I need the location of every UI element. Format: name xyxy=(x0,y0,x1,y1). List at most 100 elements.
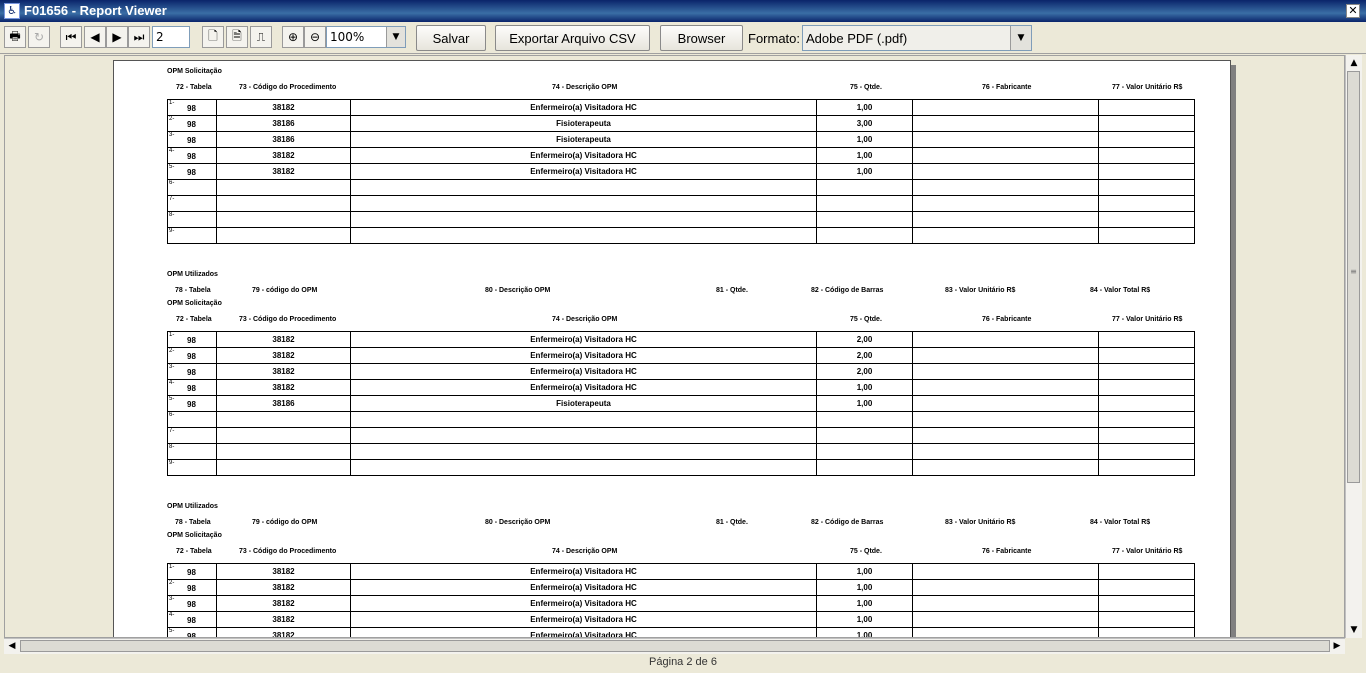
cell-tabela: 9- xyxy=(167,459,217,476)
browser-button[interactable]: Browser xyxy=(660,25,743,51)
column-header: 74 - Descrição OPM xyxy=(552,316,618,323)
column-header: 72 - Tabela xyxy=(176,548,212,555)
cell-valor-unitario xyxy=(1098,163,1195,180)
cell-fabricante xyxy=(912,99,1099,116)
table-row: 6- xyxy=(167,179,1195,196)
column-header: 74 - Descrição OPM xyxy=(552,84,618,91)
chevron-down-icon[interactable]: ▼ xyxy=(386,27,405,47)
cell-fabricante xyxy=(912,395,1099,412)
table-row: 7- xyxy=(167,195,1195,212)
cell-qtde xyxy=(816,227,913,244)
table-row: 3- 98 38182 Enfermeiro(a) Visitadora HC 1,00 xyxy=(167,595,1195,612)
cell-descricao xyxy=(350,195,817,212)
chevron-down-icon[interactable]: ▼ xyxy=(1010,26,1031,50)
print-icon[interactable]: 🖶 xyxy=(4,26,26,48)
last-page-icon[interactable]: ⏭ xyxy=(128,26,150,48)
cell-descricao xyxy=(350,211,817,228)
zoom-select[interactable]: 100% ▼ xyxy=(326,26,406,48)
cell-qtde: 2,00 xyxy=(816,331,913,348)
scroll-right-icon[interactable]: ▶ xyxy=(1329,639,1345,654)
export-csv-button[interactable]: Exportar Arquivo CSV xyxy=(495,25,650,51)
cell-valor-unitario xyxy=(1098,131,1195,148)
fit-page-icon[interactable]: 🗎 xyxy=(226,26,248,48)
cell-codigo: 38182 xyxy=(216,595,351,612)
section-title-solicitacao: OPM Solicitação xyxy=(167,532,222,539)
zoom-out-icon[interactable]: ⊖ xyxy=(304,26,326,48)
cell-tabela: 7- xyxy=(167,427,217,444)
column-header: 81 - Qtde. xyxy=(716,287,748,294)
cell-fabricante xyxy=(912,411,1099,428)
opm-table: 1- 98 38182 Enfermeiro(a) Visitadora HC 1,00… xyxy=(167,99,1195,244)
cell-qtde xyxy=(816,411,913,428)
scroll-up-icon[interactable]: ▲ xyxy=(1346,55,1362,71)
cell-tabela: 4- 98 xyxy=(167,147,217,164)
next-page-icon[interactable]: ▶ xyxy=(106,26,128,48)
vertical-scrollbar[interactable]: ▲ ≡ ▼ xyxy=(1345,55,1362,638)
column-header: 76 - Fabricante xyxy=(982,84,1032,91)
cell-tabela: 5- 98 xyxy=(167,163,217,180)
refresh-icon[interactable]: ↻ xyxy=(28,26,50,48)
cell-codigo xyxy=(216,211,351,228)
vertical-scroll-thumb[interactable]: ≡ xyxy=(1347,71,1360,483)
cell-tabela: 7- xyxy=(167,195,217,212)
column-header: 77 - Valor Unitário R$ xyxy=(1112,316,1183,323)
fit-width-icon[interactable]: ⎍ xyxy=(250,26,272,48)
column-header: 79 - código do OPM xyxy=(252,287,318,294)
cell-codigo xyxy=(216,427,351,444)
tabela-value: 98 xyxy=(187,400,196,409)
cell-valor-unitario xyxy=(1098,611,1195,628)
row-number: 2- xyxy=(169,348,175,354)
table-row: 9- xyxy=(167,227,1195,244)
cell-tabela: 4- 98 xyxy=(167,611,217,628)
cell-tabela: 2- 98 xyxy=(167,579,217,596)
column-header: 84 - Valor Total R$ xyxy=(1090,519,1151,526)
first-page-icon[interactable]: ⏮ xyxy=(60,26,82,48)
scroll-left-icon[interactable]: ◀ xyxy=(4,639,20,654)
cell-valor-unitario xyxy=(1098,179,1195,196)
cell-tabela: 2- 98 xyxy=(167,347,217,364)
cell-qtde: 2,00 xyxy=(816,363,913,380)
cell-descricao: Fisioterapeuta xyxy=(350,131,817,148)
prev-page-icon[interactable]: ◀ xyxy=(84,26,106,48)
horizontal-scrollbar[interactable]: ◀ ▶ xyxy=(4,638,1345,654)
cell-descricao: Enfermeiro(a) Visitadora HC xyxy=(350,347,817,364)
column-header: 74 - Descrição OPM xyxy=(552,548,618,555)
report-viewport[interactable]: OPM Solicitação 72 - Tabela 73 - Código do… xyxy=(4,55,1345,638)
cell-fabricante xyxy=(912,227,1099,244)
cell-codigo: 38186 xyxy=(216,115,351,132)
cell-tabela: 3- 98 xyxy=(167,131,217,148)
column-header: 80 - Descrição OPM xyxy=(485,519,551,526)
tabela-value: 98 xyxy=(187,384,196,393)
horizontal-scroll-thumb[interactable] xyxy=(20,640,1330,652)
row-number: 4- xyxy=(169,612,175,618)
cell-descricao: Enfermeiro(a) Visitadora HC xyxy=(350,163,817,180)
table-row: 8- xyxy=(167,211,1195,228)
cell-fabricante xyxy=(912,627,1099,637)
cell-codigo xyxy=(216,411,351,428)
tabela-value: 98 xyxy=(187,152,196,161)
tabela-value: 98 xyxy=(187,136,196,145)
cell-descricao: Enfermeiro(a) Visitadora HC xyxy=(350,611,817,628)
row-number: 1- xyxy=(169,332,175,338)
report-viewer-icon: ♿ xyxy=(4,3,20,19)
table-row: 4- 98 38182 Enfermeiro(a) Visitadora HC 1,00 xyxy=(167,611,1195,628)
cell-descricao xyxy=(350,427,817,444)
table-row: 3- 98 38182 Enfermeiro(a) Visitadora HC 2,00 xyxy=(167,363,1195,380)
cell-tabela: 8- xyxy=(167,211,217,228)
cell-qtde xyxy=(816,443,913,460)
format-select[interactable]: Adobe PDF (.pdf) ▼ xyxy=(802,25,1032,51)
table-row: 4- 98 38182 Enfermeiro(a) Visitadora HC 1,00 xyxy=(167,379,1195,396)
column-header: 75 - Qtde. xyxy=(850,548,882,555)
row-number: 3- xyxy=(169,596,175,602)
scroll-down-icon[interactable]: ▼ xyxy=(1346,622,1362,638)
tabela-value: 98 xyxy=(187,616,196,625)
row-number: 2- xyxy=(169,116,175,122)
save-button[interactable]: Salvar xyxy=(416,25,486,51)
zoom-in-icon[interactable]: ⊕ xyxy=(282,26,304,48)
single-page-icon[interactable]: 🗋 xyxy=(202,26,224,48)
window-title: F01656 - Report Viewer xyxy=(24,3,167,18)
cell-codigo: 38186 xyxy=(216,131,351,148)
close-button[interactable]: ✕ xyxy=(1346,4,1360,18)
cell-valor-unitario xyxy=(1098,563,1195,580)
page-number-input[interactable]: 2 xyxy=(152,26,190,48)
